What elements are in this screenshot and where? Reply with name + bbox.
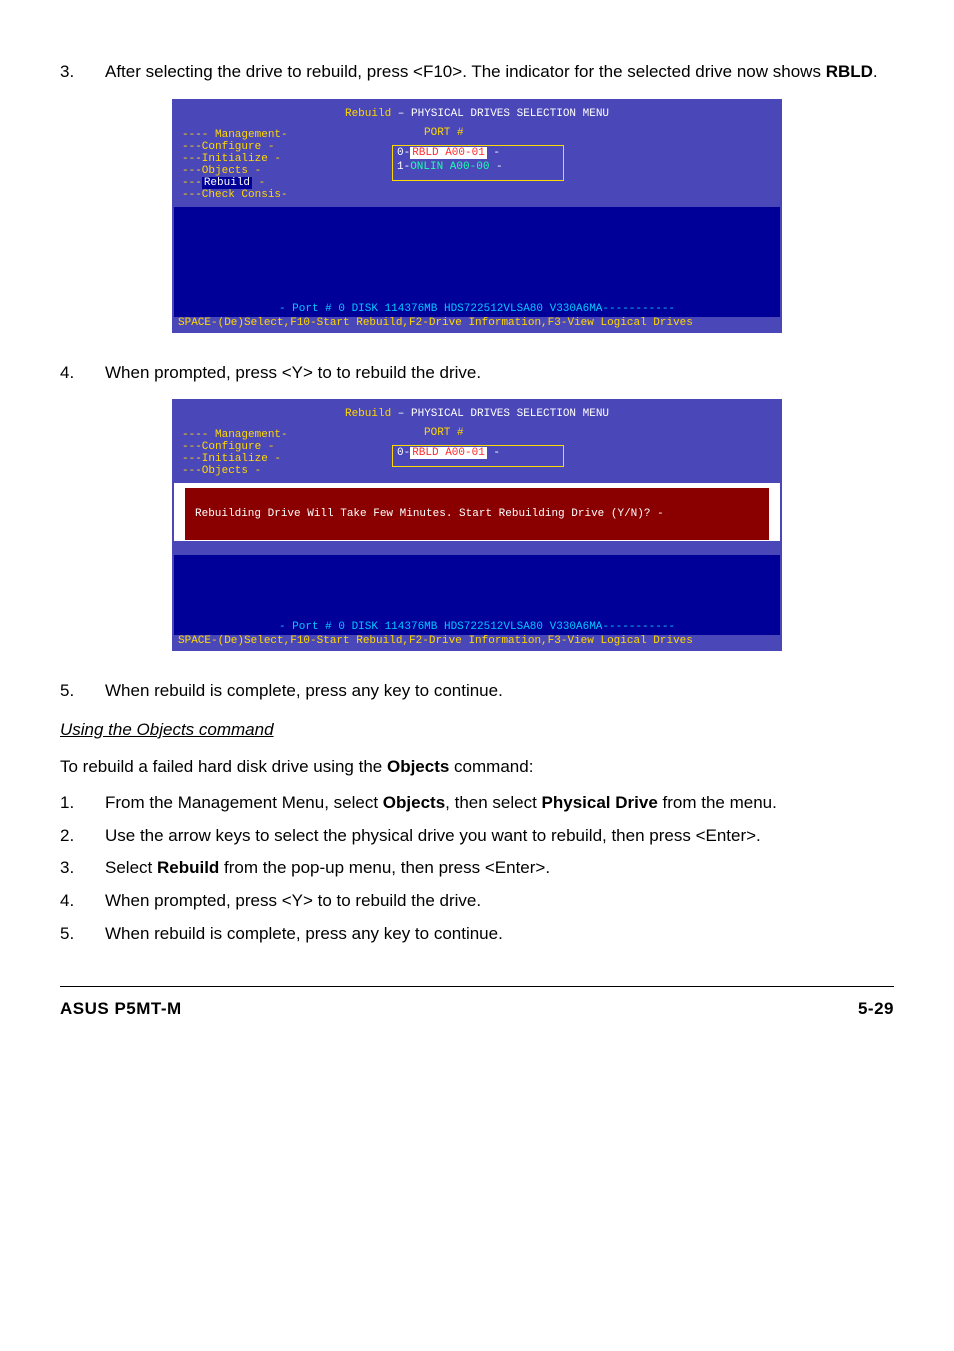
list-item: 3. Select Rebuild from the pop-up menu, … xyxy=(60,856,894,881)
li1-b1: Objects xyxy=(383,793,445,812)
bios2-menu-l3: ---Initialize - xyxy=(182,453,288,465)
bios1-port0-pre: 0- xyxy=(397,147,410,159)
bios1-menu-l5-post: - xyxy=(252,177,265,189)
bios2-bluearea xyxy=(174,555,780,617)
section-intro: To rebuild a failed hard disk drive usin… xyxy=(60,755,894,780)
bios1-menu: ---- Management- ---Configure - ---Initi… xyxy=(182,129,288,201)
li3-num: 3. xyxy=(60,856,105,881)
bios2-topband: Rebuild – PHYSICAL DRIVES SELECTION MENU xyxy=(174,401,780,425)
bios2-port-header: PORT # xyxy=(424,427,464,439)
list-item: 2. Use the arrow keys to select the phys… xyxy=(60,824,894,849)
bios1-port1-post: - xyxy=(489,161,502,173)
step-3: 3. After selecting the drive to rebuild,… xyxy=(60,60,894,85)
bios1-port-header: PORT # xyxy=(424,127,464,139)
bios-screenshot-1: Rebuild – PHYSICAL DRIVES SELECTION MENU… xyxy=(172,99,782,333)
step-3-body: After selecting the drive to rebuild, pr… xyxy=(105,60,894,85)
li1-mid: , then select xyxy=(445,793,541,812)
bios2-menu-l1: ---- Management- xyxy=(182,429,288,441)
bios2-hints: SPACE-(De)Select,F10-Start Rebuild,F2-Dr… xyxy=(174,635,780,649)
bios1-menu-l6: ---Check Consis- xyxy=(182,189,288,201)
step-4-num: 4. xyxy=(60,361,105,386)
section-intro-bold: Objects xyxy=(387,757,449,776)
list-item: 5. When rebuild is complete, press any k… xyxy=(60,922,894,947)
bios1-port1-pre: 1- xyxy=(397,161,410,173)
bios2-after-prompt xyxy=(174,541,780,555)
step-4: 4. When prompted, press <Y> to to rebuil… xyxy=(60,361,894,386)
bios2-port0-post: - xyxy=(487,447,500,459)
bios2-mid: ---- Management- ---Configure - ---Initi… xyxy=(174,425,780,483)
step-3-bold: RBLD xyxy=(826,62,873,81)
bios1-menu-l3: ---Initialize - xyxy=(182,153,288,165)
bios1-port0-status: RBLD A00-01 xyxy=(410,147,487,159)
step-5-num: 5. xyxy=(60,679,105,704)
bios1-title-yellow: Rebuild xyxy=(345,108,391,120)
bios1-port0-post: - xyxy=(487,147,500,159)
step-3-text-c: . xyxy=(873,62,878,81)
step-3-num: 3. xyxy=(60,60,105,85)
li1-num: 1. xyxy=(60,791,105,816)
bios2-title-white: – PHYSICAL DRIVES SELECTION MENU xyxy=(391,408,609,420)
li5-a: When rebuild is complete, press any key … xyxy=(105,922,894,947)
li2-a: Use the arrow keys to select the physica… xyxy=(105,824,894,849)
li2-num: 2. xyxy=(60,824,105,849)
li1-b2: Physical Drive xyxy=(542,793,658,812)
section-intro-a: To rebuild a failed hard disk drive usin… xyxy=(60,757,387,776)
bios2-menu-l4: ---Objects - xyxy=(182,465,288,477)
li3-c: from the pop-up menu, then press <Enter>… xyxy=(219,858,550,877)
bios2-portinfo: - Port # 0 DISK 114376MB HDS722512VLSA80… xyxy=(174,617,780,635)
bios1-topband: Rebuild – PHYSICAL DRIVES SELECTION MENU xyxy=(174,101,780,125)
bios1-title-white: – PHYSICAL DRIVES SELECTION MENU xyxy=(391,108,609,120)
li1-c: from the menu. xyxy=(658,793,777,812)
bios1-menu-l2: ---Configure - xyxy=(182,141,288,153)
li3-b1: Rebuild xyxy=(157,858,219,877)
bios2-port0-pre: 0- xyxy=(397,447,410,459)
li3-a: Select xyxy=(105,858,157,877)
bios2-menu: ---- Management- ---Configure - ---Initi… xyxy=(182,429,288,477)
section-intro-c: command: xyxy=(449,757,533,776)
bios1-menu-rebuild-selected: Rebuild xyxy=(202,177,252,189)
list-item: 1. From the Management Menu, select Obje… xyxy=(60,791,894,816)
bios2-port0-status: RBLD A00-01 xyxy=(410,447,487,459)
step-5: 5. When rebuild is complete, press any k… xyxy=(60,679,894,704)
section-header: Using the Objects command xyxy=(60,718,894,743)
bios1-menu-l5-pre: --- xyxy=(182,177,202,189)
li4-a: When prompted, press <Y> to to rebuild t… xyxy=(105,889,894,914)
bios1-menu-l1: ---- Management- xyxy=(182,129,288,141)
bios2-title-yellow: Rebuild xyxy=(345,408,391,420)
bios1-bluearea xyxy=(174,207,780,299)
bios1-port1-status: ONLIN A00-00 xyxy=(410,161,489,173)
step-3-text-a: After selecting the drive to rebuild, pr… xyxy=(105,62,826,81)
bios2-portbox: 0-RBLD A00-01 - xyxy=(392,445,564,467)
bios2-prompt: Rebuilding Drive Will Take Few Minutes. … xyxy=(184,487,770,541)
step-5-body: When rebuild is complete, press any key … xyxy=(105,679,894,704)
bios1-mid: ---- Management- ---Configure - ---Initi… xyxy=(174,125,780,207)
bios-screenshot-2: Rebuild – PHYSICAL DRIVES SELECTION MENU… xyxy=(172,399,782,651)
bios1-portbox: 0-RBLD A00-01 - 1-ONLIN A00-00 - xyxy=(392,145,564,181)
footer-left: ASUS P5MT-M xyxy=(60,997,182,1022)
footer-right: 5-29 xyxy=(858,997,894,1022)
step-4-body: When prompted, press <Y> to to rebuild t… xyxy=(105,361,894,386)
bios1-hints: SPACE-(De)Select,F10-Start Rebuild,F2-Dr… xyxy=(174,317,780,331)
objects-steps: 1. From the Management Menu, select Obje… xyxy=(60,791,894,946)
page-footer: ASUS P5MT-M 5-29 xyxy=(60,986,894,1022)
li1-a: From the Management Menu, select xyxy=(105,793,383,812)
bios2-prompt-text: Rebuilding Drive Will Take Few Minutes. … xyxy=(195,508,769,520)
bios1-portinfo: - Port # 0 DISK 114376MB HDS722512VLSA80… xyxy=(174,299,780,317)
li5-num: 5. xyxy=(60,922,105,947)
li4-num: 4. xyxy=(60,889,105,914)
list-item: 4. When prompted, press <Y> to to rebuil… xyxy=(60,889,894,914)
bios1-menu-l4: ---Objects - xyxy=(182,165,288,177)
bios2-menu-l2: ---Configure - xyxy=(182,441,288,453)
